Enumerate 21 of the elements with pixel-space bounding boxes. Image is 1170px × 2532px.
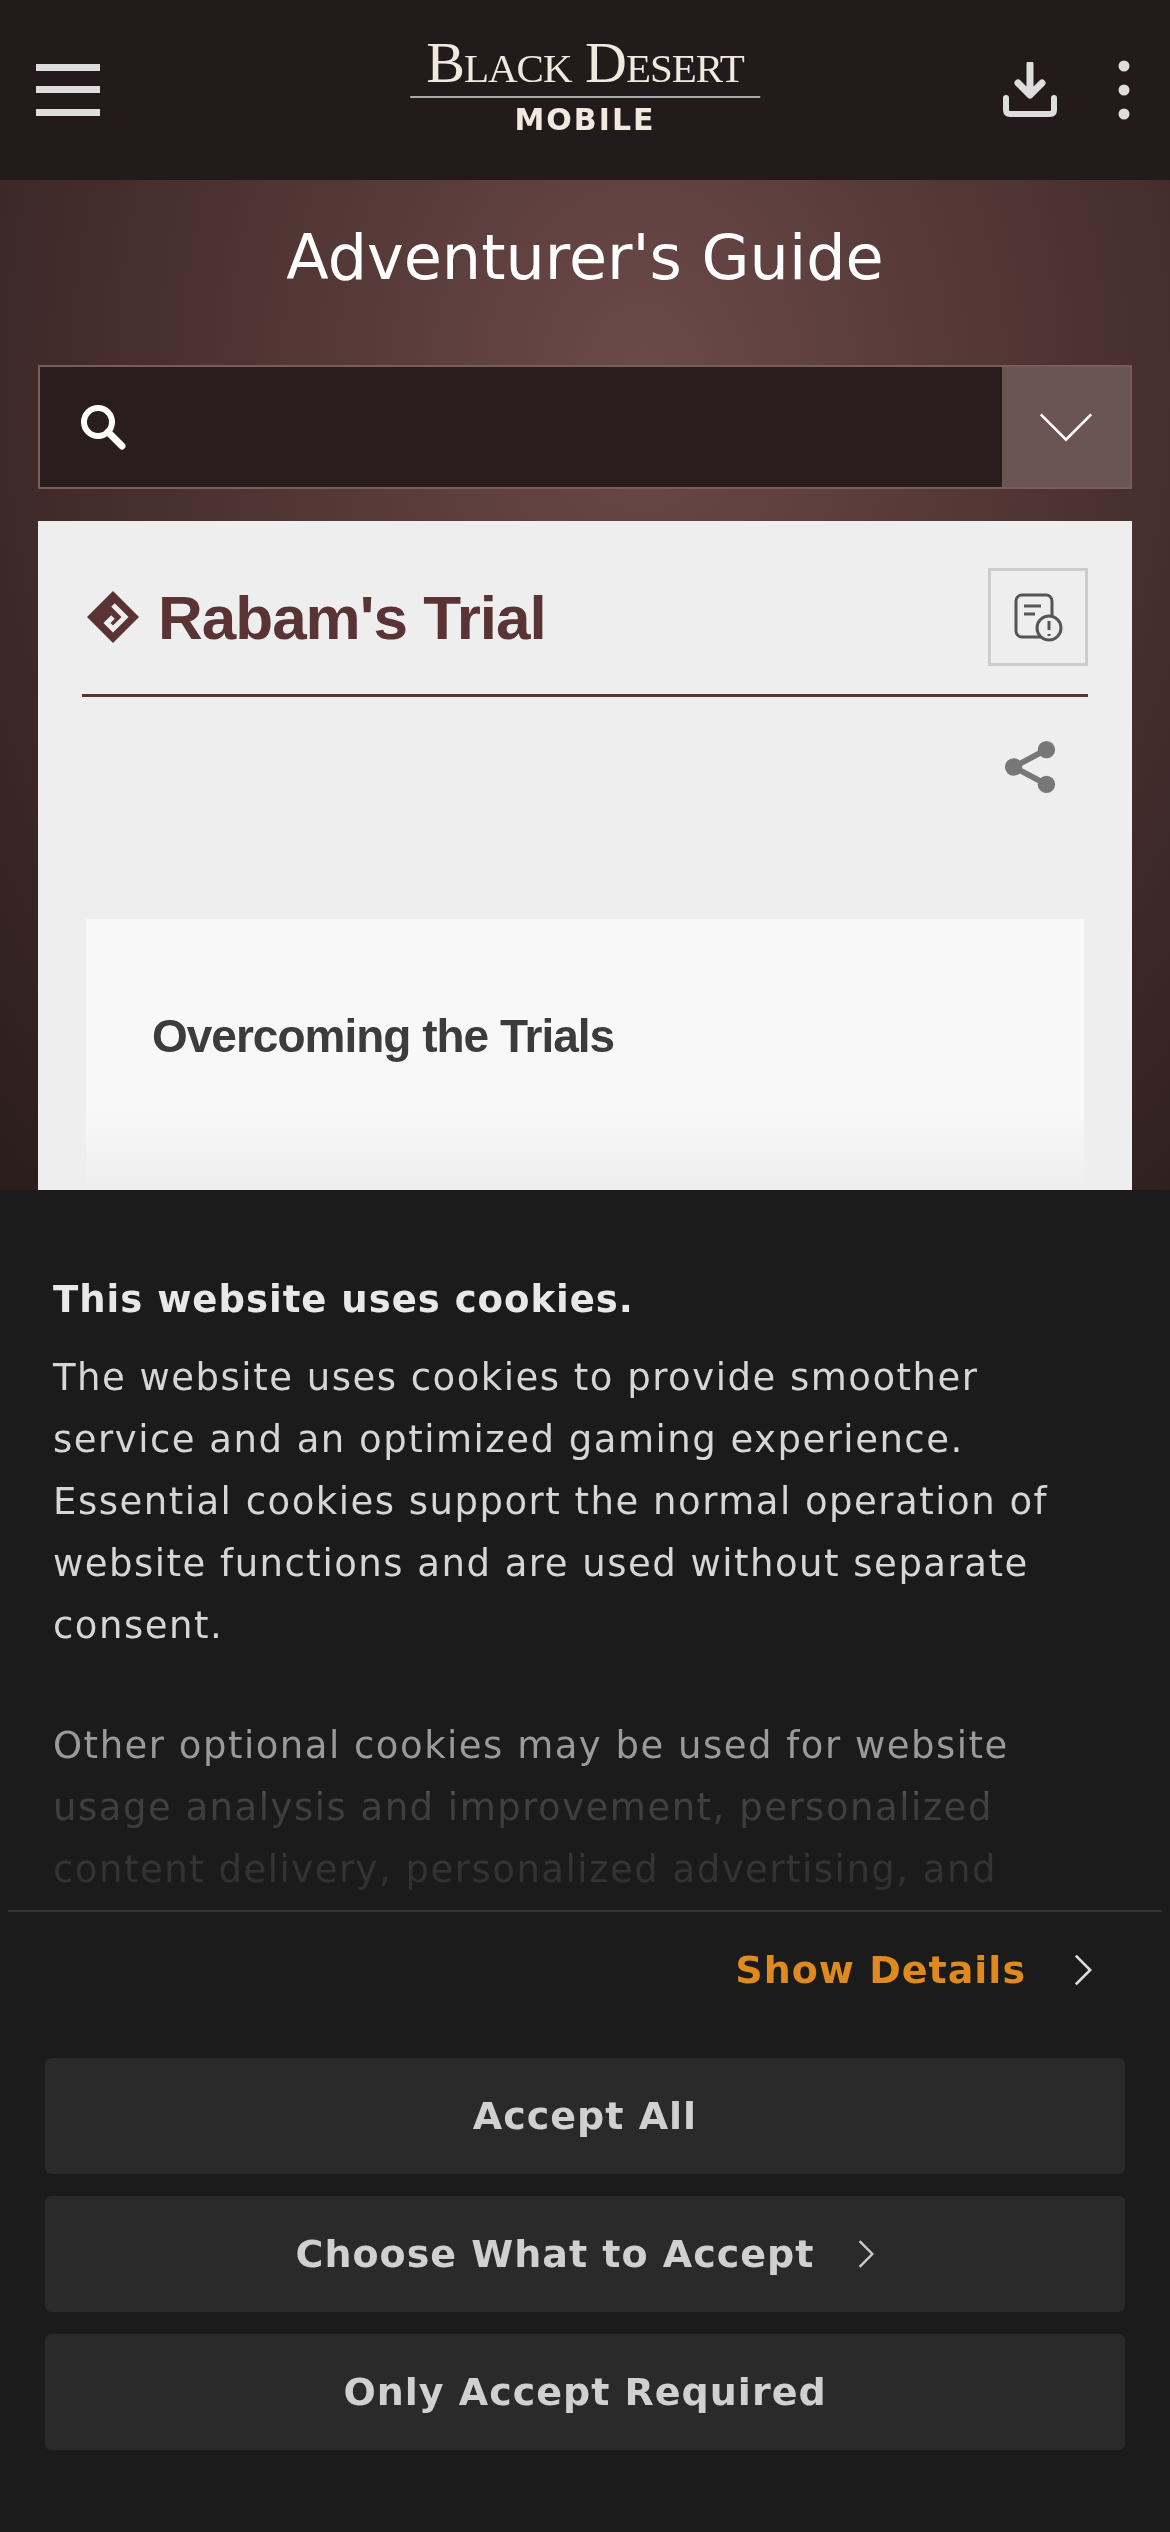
report-icon [1013,592,1063,643]
cookie-button[interactable]: Accept All [45,2058,1125,2174]
chevron-down-icon [1039,411,1093,442]
download-icon[interactable] [1002,62,1058,118]
section-heading: Overcoming the Trials [152,1008,616,1063]
report-button[interactable] [988,568,1088,667]
page-title: Adventurer's Guide [285,220,885,296]
cookie-paragraph: The website uses cookies to provide smoother service and an optimized gaming experience. Essential cookies support the normal operation of website functions and are used without separate consent. [53,1355,1050,1649]
share-icon[interactable] [1004,738,1058,795]
more-options-icon[interactable] [1118,60,1130,120]
diamond-icon [86,590,140,645]
show-details-link[interactable]: Show Details [735,1948,1026,1992]
menu-icon[interactable] [36,64,100,116]
cookie-button[interactable]: Only Accept Required [45,2334,1125,2450]
cookie-heading: This website uses cookies. [53,1278,635,1321]
cookie-button[interactable]: Choose What to Accept [45,2196,1125,2312]
article-title: Rabam's Trial [158,581,547,653]
chevron-right-icon [1074,1953,1092,1987]
search-field[interactable] [38,364,1132,489]
logo[interactable]: Black Desert MOBILE [410,34,760,137]
chevron-right-icon [858,2239,875,2269]
